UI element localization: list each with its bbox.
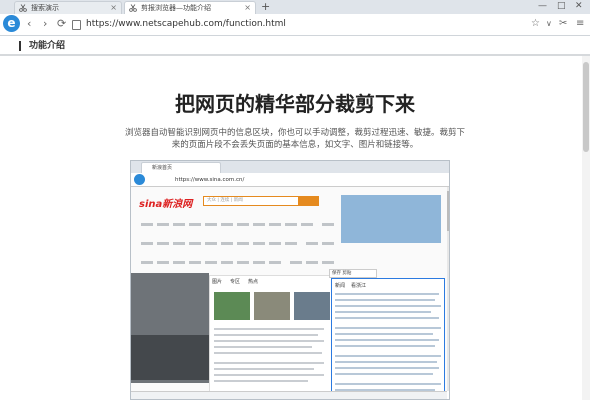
demo-address: https://www.sina.com.cn/ [175, 177, 245, 183]
demo-toolbar: https://www.sina.com.cn/ [131, 173, 449, 187]
chevron-down-icon[interactable]: ∨ [546, 17, 552, 31]
close-icon[interactable]: × [110, 2, 117, 14]
browser-toolbar: e ‹ › ⟳ https://www.netscapehub.com/func… [0, 14, 590, 36]
close-icon[interactable]: × [244, 2, 251, 14]
demo-clip-selection: 新闻 看浙江 [331, 278, 445, 399]
scissors-icon [19, 4, 27, 12]
demo-screenshot: 新浪首页 https://www.sina.com.cn/ sina新浪网 大众… [130, 160, 450, 400]
page-scrollbar[interactable] [582, 56, 590, 400]
header-accent-bar [19, 41, 21, 51]
back-icon[interactable]: ‹ [27, 17, 31, 31]
demo-banner-image [341, 195, 441, 243]
demo-panel-tabs: 图片 专区 热点 [212, 279, 259, 285]
scrollbar-thumb[interactable] [583, 62, 589, 152]
demo-text-line [214, 362, 324, 364]
demo-tab: 新浪首页 [141, 162, 221, 173]
demo-selection-tabs: 新闻 看浙江 [335, 283, 367, 289]
refresh-icon[interactable]: ⟳ [57, 17, 66, 31]
scissors-icon [129, 4, 137, 12]
demo-clip-toolbar: 保存 剪贴 [329, 269, 377, 278]
demo-tab-bar: 新浪首页 [131, 161, 449, 173]
page-title: 把网页的精华部分裁剪下来 [175, 92, 415, 116]
feature-description: 浏览器自动智能识别网页中的信息区块，你也可以手动调整，裁剪过程迅速、敏捷。裁剪下… [125, 128, 466, 150]
demo-thumb-image [254, 292, 290, 320]
demo-page: sina新浪网 大众 | 连续 | 新闻 图片 专区 热点 保存 剪贴 新闻 看… [131, 187, 447, 399]
scissors-icon[interactable]: ✂ [559, 17, 567, 31]
address-text: https://www.netscapehub.com/function.htm… [86, 19, 286, 29]
demo-text-line [214, 368, 314, 370]
demo-scrollbar [447, 187, 449, 391]
demo-text-line [214, 328, 324, 330]
section-title: 功能介绍 [29, 41, 66, 51]
new-tab-button[interactable]: + [261, 0, 270, 13]
page-icon [72, 20, 81, 30]
demo-browser-logo-icon [134, 174, 145, 185]
close-window-button[interactable]: ✕ [575, 0, 583, 12]
tab-bar: 搜索演示 × 剪报浏览器—功能介绍 × + — □ ✕ [0, 0, 590, 14]
demo-text-line [214, 334, 318, 336]
tab-label: 搜索演示 [31, 4, 59, 12]
menu-icon[interactable]: ≡ [576, 17, 584, 31]
demo-interior-image [131, 335, 209, 380]
demo-text-line [214, 340, 324, 342]
maximize-button[interactable]: □ [557, 0, 566, 12]
tab-function-intro[interactable]: 剪报浏览器—功能介绍 × [124, 1, 256, 14]
star-icon[interactable]: ☆ [531, 17, 540, 31]
tab-search-demo[interactable]: 搜索演示 × [14, 1, 122, 14]
address-bar[interactable]: https://www.netscapehub.com/function.htm… [72, 17, 472, 32]
page-header: 功能介绍 [0, 36, 590, 56]
demo-thumb-image [214, 292, 250, 320]
demo-text-line [214, 374, 324, 376]
demo-status-bar [131, 391, 447, 399]
demo-text-line [214, 346, 312, 348]
demo-text-line [214, 352, 322, 354]
browser-logo-icon[interactable]: e [3, 15, 20, 32]
demo-tab-label: 新浪首页 [152, 165, 173, 171]
forward-icon[interactable]: › [43, 17, 47, 31]
minimize-button[interactable]: — [538, 0, 547, 12]
demo-search-input: 大众 | 连续 | 新闻 [203, 196, 299, 206]
demo-text-line [214, 380, 308, 382]
tab-label: 剪报浏览器—功能介绍 [141, 4, 211, 12]
sina-logo: sina新浪网 [139, 199, 193, 210]
demo-content-panel: 图片 专区 热点 [209, 275, 333, 393]
demo-nav-links [139, 214, 339, 283]
demo-thumb-image [294, 292, 330, 320]
demo-search-button [299, 196, 319, 206]
